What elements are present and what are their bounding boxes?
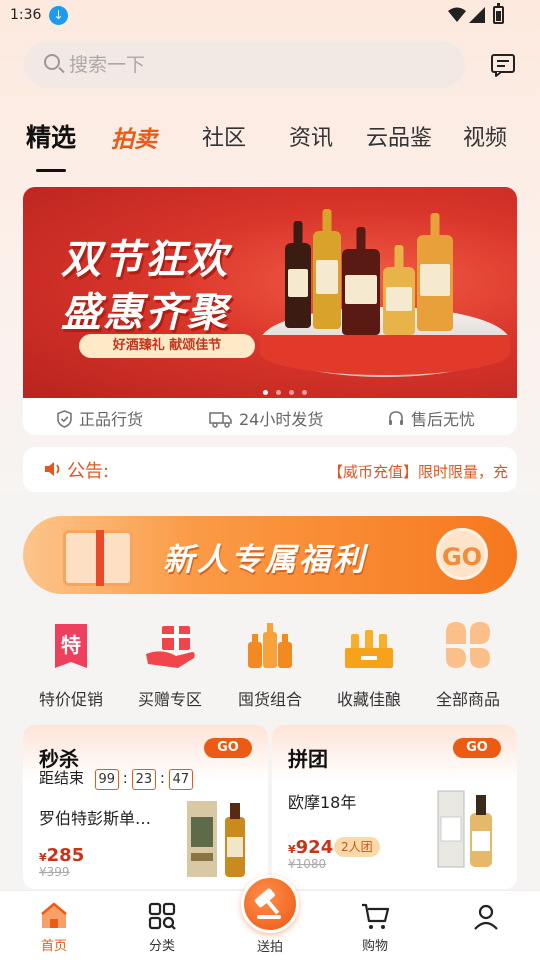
banner-subtitle: 好酒臻礼 献颂佳节: [79, 334, 255, 358]
promo-banner[interactable]: 双节狂欢 盛惠齐聚 好酒臻礼 献颂佳节 正品行货 24小时发货 售后无忧: [23, 187, 517, 435]
flash-sale-original-price: ¥399: [39, 865, 70, 879]
gift-box-icon: [63, 530, 133, 586]
profile-icon: [471, 901, 501, 931]
category-label: 全部商品: [435, 690, 500, 709]
flash-sale-card[interactable]: 秒杀 GO 距结束 99:23:47 罗伯特彭斯单… ¥285 ¥399: [23, 725, 268, 889]
group-buy-original-price: ¥1080: [288, 857, 327, 871]
search-icon: [44, 54, 60, 70]
announcement-text[interactable]: 【威币充值】限时限量，充: [328, 461, 508, 482]
new-user-go-button[interactable]: GO: [436, 528, 488, 580]
countdown-minutes: 23: [131, 769, 156, 790]
speaker-icon: [45, 462, 60, 476]
top-tabs: 精选 拍卖 社区 资讯 云品鉴 视频: [0, 112, 540, 172]
new-user-title: 新人专属福利: [163, 542, 367, 578]
category-buy-gift[interactable]: 买赠专区: [120, 614, 220, 710]
send-auction-button[interactable]: [241, 875, 299, 933]
category-all-products[interactable]: 全部商品: [418, 614, 518, 710]
group-buy-title: 拼团: [288, 747, 328, 771]
category-label: 买赠专区: [137, 690, 202, 709]
flash-sale-go-button[interactable]: GO: [204, 738, 252, 758]
countdown: 距结束 99:23:47: [39, 767, 194, 790]
tab-auction[interactable]: 拍卖: [111, 120, 157, 154]
nav-category[interactable]: 分类: [127, 897, 197, 954]
bottle-image: [417, 213, 453, 331]
category-shortcuts: 特 特价促销 买赠专区 囤货组合 收藏佳酿 全部商品: [0, 614, 540, 714]
announcement-bar[interactable]: 公告: 【威币充值】限时限量，充: [23, 447, 517, 492]
nav-home[interactable]: 首页: [19, 897, 89, 954]
tab-video[interactable]: 视频: [463, 120, 507, 152]
bottle-image: [342, 227, 380, 335]
feature-aftersales: 售后无忧: [387, 406, 475, 430]
bottle-image: [285, 221, 311, 328]
product-image: [187, 801, 245, 877]
search-input[interactable]: [69, 41, 449, 88]
feature-genuine: 正品行货: [56, 406, 143, 430]
shield-check-icon: [57, 410, 72, 428]
send-auction-label: 送拍: [256, 940, 283, 955]
category-label: 囤货组合: [237, 690, 302, 709]
bottle-set-icon: [242, 618, 298, 674]
new-user-banner[interactable]: 新人专属福利 GO: [23, 516, 517, 594]
group-buy-product-name: 欧摩18年: [288, 793, 357, 812]
banner-title-line1: 双节狂欢: [61, 237, 229, 283]
countdown-hours: 99: [94, 769, 119, 790]
search-bar[interactable]: [24, 41, 465, 88]
status-bar: 1:36 ↓: [0, 0, 540, 32]
feature-shipping: 24小时发货: [209, 406, 323, 430]
banner-image[interactable]: 双节狂欢 盛惠齐聚 好酒臻礼 献颂佳节: [23, 187, 517, 398]
gift-hand-icon: [142, 618, 198, 674]
headset-icon: [389, 411, 403, 425]
download-icon: ↓: [49, 6, 68, 25]
group-buy-price: ¥924: [288, 837, 334, 858]
product-image: [437, 790, 492, 868]
battery-icon: [493, 3, 504, 24]
category-special-price[interactable]: 特 特价促销: [21, 614, 121, 710]
group-buy-card[interactable]: 拼团 GO 欧摩18年 ¥924 2人团 ¥1080: [272, 725, 517, 889]
announcement-label: 公告:: [67, 461, 110, 482]
category-grid-icon: [147, 901, 177, 931]
category-stock-up[interactable]: 囤货组合: [220, 614, 320, 710]
truck-icon: [209, 412, 232, 428]
nav-cart[interactable]: 购物: [340, 897, 410, 954]
auction-hammer-icon: [254, 888, 281, 919]
banner-title-line2: 盛惠齐聚: [61, 290, 229, 336]
home-icon: [39, 901, 69, 931]
bottle-image: [383, 245, 415, 335]
tab-news[interactable]: 资讯: [289, 120, 333, 152]
group-size-badge: 2人团: [334, 837, 380, 857]
flash-sale-product-name: 罗伯特彭斯单…: [39, 809, 152, 828]
bottle-image: [313, 209, 341, 329]
display-stage-base: [260, 335, 510, 375]
countdown-seconds: 47: [168, 769, 193, 790]
flash-sale-price: ¥285: [39, 845, 85, 866]
clover-grid-icon: [440, 618, 496, 674]
service-features: 正品行货 24小时发货 售后无忧: [23, 398, 517, 435]
signal-icon: [469, 7, 485, 23]
tab-tasting[interactable]: 云品鉴: [366, 120, 432, 152]
status-time: 1:36: [10, 7, 42, 23]
group-buy-go-button[interactable]: GO: [453, 738, 501, 758]
message-icon[interactable]: [490, 53, 516, 77]
special-price-icon: 特: [43, 618, 99, 674]
nav-profile[interactable]: [451, 897, 521, 935]
category-collection[interactable]: 收藏佳酿: [319, 614, 419, 710]
carousel-dots: [263, 380, 315, 399]
shopping-cart-icon: [360, 901, 390, 931]
svg-text:特: 特: [61, 633, 81, 657]
wine-crate-icon: [341, 618, 397, 674]
tab-featured[interactable]: 精选: [26, 118, 76, 172]
category-label: 收藏佳酿: [336, 690, 401, 709]
wifi-icon: [448, 7, 466, 22]
tab-community[interactable]: 社区: [202, 120, 246, 152]
category-label: 特价促销: [38, 690, 103, 709]
